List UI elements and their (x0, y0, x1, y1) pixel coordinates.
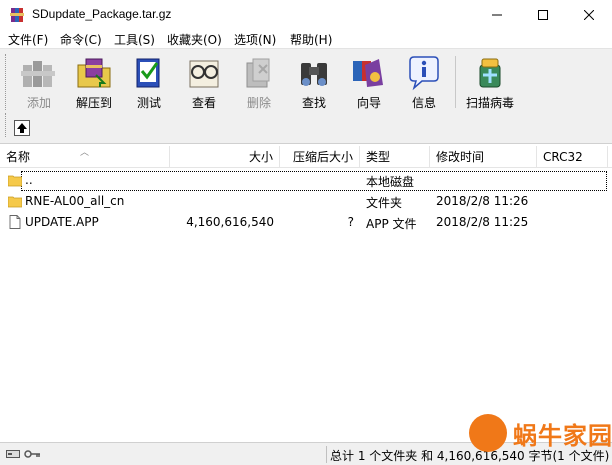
snail-logo-icon (469, 414, 507, 452)
column-modified[interactable]: 修改时间 (430, 146, 537, 168)
file-packed-size: ? (347, 215, 354, 229)
menu-help[interactable]: 帮助(H) (290, 31, 332, 48)
file-icon (9, 215, 21, 229)
column-type-label: 类型 (366, 150, 391, 164)
column-modified-label: 修改时间 (436, 150, 485, 164)
menu-file[interactable]: 文件(F) (8, 31, 48, 48)
list-item-file[interactable]: UPDATE.APP 4,160,616,540 ? APP 文件 2018/2… (0, 212, 612, 233)
file-list[interactable]: .. 本地磁盘 RNE-AL00_all_cn 文件夹 2018/2/8 11:… (0, 168, 612, 440)
add-label: 添加 (26, 96, 51, 110)
file-list-header: 名称 ︿ 大小 压缩后大小 类型 修改时间 CRC32 (0, 146, 612, 168)
view-label: 查看 (191, 96, 216, 110)
up-one-level-button[interactable] (14, 120, 30, 136)
maximize-button[interactable] (520, 0, 566, 30)
info-label: 信息 (411, 96, 436, 110)
toolbar-separator (455, 56, 456, 108)
extract-folder-icon (77, 58, 111, 88)
column-packed-size-label: 压缩后大小 (292, 150, 353, 164)
toolbar-grip[interactable] (5, 54, 8, 110)
column-name-label: 名称 (6, 150, 31, 164)
wizard-label: 向导 (356, 96, 381, 110)
list-item-folder[interactable]: RNE-AL00_all_cn 文件夹 2018/2/8 11:26 (0, 191, 612, 212)
minimize-button[interactable] (474, 0, 520, 30)
extract-to-label: 解压到 (75, 96, 112, 110)
watermark-text: 蜗牛家园 (513, 422, 612, 450)
wizard-icon (353, 59, 383, 87)
menu-favorites[interactable]: 收藏夹(O) (167, 31, 222, 48)
virus-scan-icon (479, 58, 501, 88)
file-modified: 2018/2/8 11:26 (436, 194, 529, 208)
delete-icon (246, 58, 270, 88)
column-name[interactable]: 名称 ︿ (0, 146, 170, 168)
key-icon (24, 450, 40, 458)
file-type: 本地磁盘 (366, 175, 415, 189)
delete-button[interactable]: 删除 (231, 52, 287, 112)
info-button[interactable]: 信息 (396, 52, 452, 112)
test-button[interactable]: 测试 (121, 52, 177, 112)
glasses-view-icon (189, 60, 219, 88)
wizard-button[interactable]: 向导 (341, 52, 397, 112)
column-packed-size[interactable]: 压缩后大小 (280, 146, 360, 168)
drive-icon (6, 450, 20, 458)
find-button[interactable]: 查找 (286, 52, 342, 112)
binoculars-icon (301, 63, 327, 86)
window-title: SDupdate_Package.tar.gz (32, 7, 172, 21)
view-button[interactable]: 查看 (176, 52, 232, 112)
file-name: RNE-AL00_all_cn (25, 194, 125, 208)
winrar-app-icon[interactable] (9, 7, 25, 23)
focus-rectangle (21, 171, 607, 191)
title-bar: SDupdate_Package.tar.gz (0, 0, 612, 30)
file-type: APP 文件 (366, 217, 417, 231)
test-icon (136, 58, 160, 88)
watermark-logo: 蜗牛家园 (455, 408, 612, 458)
file-type: 文件夹 (366, 196, 403, 210)
column-crc32[interactable]: CRC32 (537, 146, 608, 168)
delete-label: 删除 (246, 96, 271, 110)
menu-options[interactable]: 选项(N) (234, 31, 276, 48)
list-item-parent[interactable]: .. 本地磁盘 (0, 170, 612, 191)
books-add-icon (21, 61, 55, 87)
virus-scan-label: 扫描病毒 (465, 96, 514, 110)
column-crc32-label: CRC32 (543, 150, 583, 164)
menu-commands[interactable]: 命令(C) (60, 31, 102, 48)
status-divider (326, 446, 327, 463)
info-icon (409, 56, 439, 91)
address-grip[interactable] (5, 113, 8, 137)
file-name: .. (25, 173, 33, 187)
sort-ascending-icon: ︿ (80, 148, 90, 158)
folder-icon (8, 175, 22, 187)
extract-to-button[interactable]: 解压到 (66, 52, 122, 112)
column-type[interactable]: 类型 (360, 146, 430, 168)
add-button[interactable]: 添加 (11, 52, 67, 112)
file-name: UPDATE.APP (25, 215, 99, 229)
file-modified: 2018/2/8 11:25 (436, 215, 529, 229)
menu-bar: 文件(F) 命令(C) 工具(S) 收藏夹(O) 选项(N) 帮助(H) (0, 30, 612, 48)
file-size: 4,160,616,540 (186, 215, 274, 229)
arrow-up-icon (17, 123, 27, 133)
virus-scan-button[interactable]: 扫描病毒 (461, 52, 519, 112)
folder-icon (8, 196, 22, 208)
column-size-label: 大小 (248, 150, 273, 164)
close-button[interactable] (566, 0, 612, 30)
test-label: 测试 (136, 96, 161, 110)
menu-tools[interactable]: 工具(S) (114, 31, 155, 48)
find-label: 查找 (301, 96, 326, 110)
column-size[interactable]: 大小 (170, 146, 280, 168)
